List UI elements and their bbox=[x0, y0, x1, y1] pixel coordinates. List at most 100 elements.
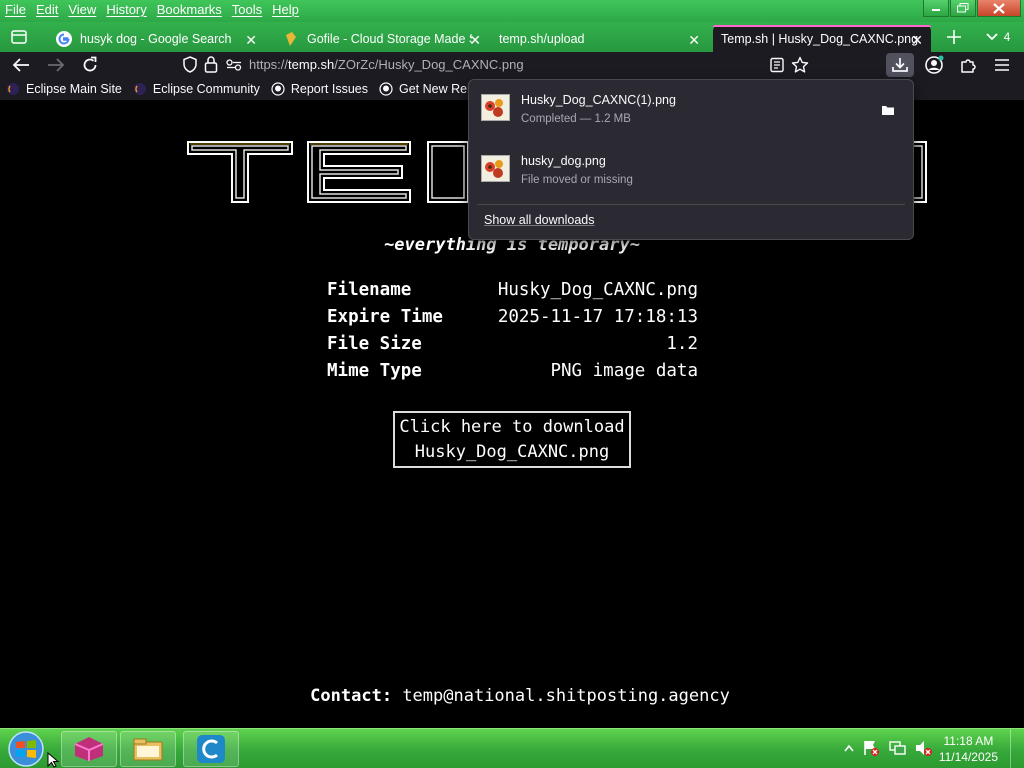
download-item[interactable]: Husky_Dog_CAXNC(1).png Completed — 1.2 M… bbox=[469, 80, 913, 138]
restore-icon bbox=[957, 3, 969, 13]
menu-bar: File Edit View History Bookmarks Tools H… bbox=[0, 1, 304, 21]
permissions-icon[interactable] bbox=[226, 59, 242, 71]
info-row-expire-time: Expire Time 2025-11-17 17:18:13 bbox=[327, 306, 698, 333]
app-menu-button[interactable] bbox=[991, 54, 1013, 76]
url-text[interactable]: https://temp.sh/ZOrZc/Husky_Dog_CAXNC.pn… bbox=[249, 57, 524, 72]
gofile-icon bbox=[286, 31, 296, 46]
taskbar-app-explorer[interactable] bbox=[120, 731, 176, 767]
download-link-button[interactable]: Click here to download Husky_Dog_CAXNC.p… bbox=[393, 411, 631, 468]
flag-warning-icon[interactable] bbox=[862, 739, 880, 757]
taskbar-app-firefox[interactable] bbox=[61, 731, 117, 767]
clock-time: 11:18 AM bbox=[943, 734, 994, 748]
bookmark-label: Report Issues bbox=[290, 82, 368, 96]
reload-button[interactable] bbox=[79, 54, 101, 76]
clock[interactable]: 11:18 AM 11/14/2025 bbox=[939, 733, 998, 765]
account-button[interactable] bbox=[923, 54, 945, 76]
tab-groups-button[interactable] bbox=[8, 26, 30, 48]
info-label: Filename bbox=[327, 280, 412, 300]
tab-strip: husyk dog - Google Search ✕ Gofile - Clo… bbox=[0, 22, 1024, 52]
tab-close-icon[interactable]: ✕ bbox=[911, 32, 923, 49]
tab-close-icon[interactable]: ✕ bbox=[245, 32, 257, 49]
volume-muted-icon[interactable] bbox=[914, 739, 932, 757]
lock-icon[interactable] bbox=[204, 55, 218, 73]
new-tab-button[interactable] bbox=[943, 26, 965, 48]
info-row-file-size: File Size 1.2 bbox=[327, 333, 698, 360]
chevron-up-icon[interactable] bbox=[844, 744, 854, 752]
tab-temp-husky[interactable]: Temp.sh | Husky_Dog_CAXNC.png ✕ bbox=[713, 25, 931, 52]
download-filename: Husky_Dog_CAXNC(1).png bbox=[521, 93, 676, 107]
url-domain: temp.sh bbox=[288, 57, 335, 72]
tab-close-icon[interactable]: ✕ bbox=[469, 32, 481, 49]
window-controls bbox=[923, 0, 1021, 17]
tab-list-icon bbox=[11, 30, 27, 44]
info-label: Expire Time bbox=[327, 307, 443, 327]
taskbar: 11:18 AM 11/14/2025 bbox=[0, 728, 1024, 768]
download-icon bbox=[892, 58, 908, 72]
back-arrow-icon bbox=[12, 58, 29, 72]
forward-button[interactable] bbox=[45, 54, 67, 76]
bookmark-eclipse-community[interactable]: Eclipse Community bbox=[133, 82, 260, 96]
info-value: 1.2 bbox=[666, 334, 698, 354]
system-tray bbox=[844, 739, 932, 757]
show-all-downloads-link[interactable]: Show all downloads bbox=[484, 213, 595, 227]
bookmark-label: Eclipse Main Site bbox=[26, 82, 122, 96]
folder-icon[interactable] bbox=[881, 104, 895, 116]
tab-label: Temp.sh | Husky_Dog_CAXNC.png bbox=[721, 31, 919, 46]
tab-label: Gofile - Cloud Storage Made Sir bbox=[307, 31, 472, 46]
info-row-mime-type: Mime Type PNG image data bbox=[327, 360, 698, 387]
menu-file[interactable]: File bbox=[0, 1, 31, 21]
downloads-button[interactable] bbox=[886, 53, 914, 77]
start-button[interactable] bbox=[4, 730, 48, 768]
download-link-line2: Husky_Dog_CAXNC.png bbox=[414, 442, 610, 462]
star-icon[interactable] bbox=[791, 56, 809, 74]
contact-label: Contact: bbox=[310, 686, 393, 706]
bookmark-eclipse-main[interactable]: Eclipse Main Site bbox=[6, 82, 122, 96]
taskbar-app-ccleaner[interactable] bbox=[183, 731, 239, 767]
menu-help[interactable]: Help bbox=[267, 1, 304, 21]
info-value: Husky_Dog_CAXNC.png bbox=[497, 280, 698, 300]
reload-icon bbox=[83, 56, 97, 72]
tab-google-search[interactable]: husyk dog - Google Search ✕ bbox=[48, 25, 265, 52]
eclipse-icon bbox=[133, 83, 146, 95]
menu-view[interactable]: View bbox=[63, 1, 101, 21]
shield-icon[interactable] bbox=[182, 56, 198, 73]
extensions-button[interactable] bbox=[957, 54, 979, 76]
list-all-tabs-button[interactable]: 4 bbox=[980, 26, 1016, 48]
download-link-line1: Click here to download bbox=[399, 417, 625, 437]
downloads-panel: Husky_Dog_CAXNC(1).png Completed — 1.2 M… bbox=[468, 79, 914, 240]
menu-bookmarks[interactable]: Bookmarks bbox=[152, 1, 227, 21]
contact-line: Contact: temp@national.shitposting.agenc… bbox=[0, 686, 1024, 706]
image-file-icon bbox=[481, 94, 510, 121]
menu-edit[interactable]: Edit bbox=[31, 1, 63, 21]
close-window-button[interactable] bbox=[977, 0, 1021, 17]
info-value: PNG image data bbox=[550, 361, 698, 381]
windows-start-icon bbox=[8, 731, 44, 767]
info-row-filename: Filename Husky_Dog_CAXNC.png bbox=[327, 279, 698, 306]
contact-email[interactable]: temp@national.shitposting.agency bbox=[402, 686, 730, 706]
network-icon[interactable] bbox=[888, 739, 906, 757]
mouse-cursor-icon bbox=[47, 752, 59, 768]
title-bar: File Edit View History Bookmarks Tools H… bbox=[0, 0, 1024, 22]
reader-view-icon[interactable] bbox=[769, 57, 785, 73]
app-logo-icon bbox=[74, 737, 104, 761]
puzzle-icon bbox=[961, 59, 976, 73]
google-icon bbox=[56, 30, 72, 47]
bookmark-label: Eclipse Community bbox=[152, 82, 260, 96]
url-bar[interactable]: https://temp.sh/ZOrZc/Husky_Dog_CAXNC.pn… bbox=[178, 53, 818, 77]
tab-gofile[interactable]: Gofile - Cloud Storage Made Sir ✕ bbox=[275, 25, 489, 52]
minimize-button[interactable] bbox=[923, 0, 949, 17]
back-button[interactable] bbox=[10, 54, 32, 76]
tab-close-icon[interactable]: ✕ bbox=[688, 32, 700, 49]
maximize-button[interactable] bbox=[950, 0, 976, 17]
bookmark-report-issues[interactable]: Report Issues bbox=[271, 82, 368, 96]
tab-temp-upload[interactable]: temp.sh/upload ✕ bbox=[491, 25, 708, 52]
tab-label: temp.sh/upload bbox=[499, 31, 585, 46]
show-desktop-button[interactable] bbox=[1010, 729, 1024, 768]
nav-toolbar: https://temp.sh/ZOrZc/Husky_Dog_CAXNC.pn… bbox=[0, 52, 1024, 78]
download-item[interactable]: husky_dog.png File moved or missing bbox=[469, 141, 913, 199]
menu-history[interactable]: History bbox=[101, 1, 151, 21]
c-app-icon bbox=[197, 735, 225, 763]
menu-tools[interactable]: Tools bbox=[227, 1, 267, 21]
close-icon bbox=[993, 2, 1005, 14]
url-path: /ZOrZc/Husky_Dog_CAXNC.png bbox=[334, 57, 524, 72]
